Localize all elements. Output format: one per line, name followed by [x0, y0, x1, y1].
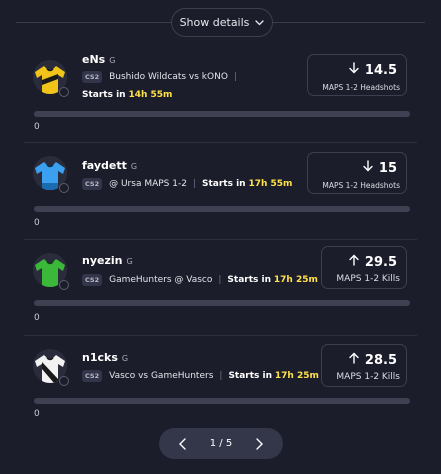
matchup: Bushido Wildcats vs kONO: [109, 72, 228, 82]
progress-bar: [34, 206, 410, 212]
avatar-status-badge: [59, 376, 69, 386]
player-name: n1cks G: [82, 351, 128, 364]
starts-time: 17h 25m: [274, 371, 319, 381]
player-name-text: faydett: [82, 159, 127, 172]
avatar-status-badge: [59, 87, 69, 97]
player-name-text: eNs: [82, 53, 106, 66]
chevron-left-icon[interactable]: [179, 437, 186, 450]
top-divider-right: [273, 22, 425, 23]
avatar-status-badge: [59, 280, 69, 290]
starts-time: 17h 55m: [248, 179, 293, 189]
stat-value: 29.5: [349, 254, 397, 270]
stat-line: 15: [378, 160, 397, 176]
player-name-text: nyezin: [82, 254, 123, 267]
stat-line: 28.5: [364, 352, 397, 368]
progress-bar: [34, 398, 410, 404]
player-position: G: [126, 257, 133, 266]
arrow-down-icon: [349, 62, 359, 78]
player-name-text: n1cks: [82, 351, 118, 364]
separator: |: [218, 275, 222, 285]
avatar-status-badge: [59, 183, 69, 193]
starts-time: 17h 25m: [273, 275, 318, 285]
prop-card[interactable]: faydett G CS2 @ Ursa MAPS 1-2 | Starts in…: [24, 143, 417, 240]
starts-time: 14h 55m: [128, 90, 173, 100]
stat-line: 29.5: [364, 254, 397, 270]
match-info: CS2 Vasco vs GameHunters | Starts in 17h…: [82, 370, 319, 382]
player-position: G: [130, 162, 138, 171]
stat-line-box[interactable]: 29.5 MAPS 1-2 Kills: [321, 246, 407, 289]
stat-value: 15: [363, 160, 397, 176]
stat-line-box[interactable]: 15 MAPS 1-2 Headshots: [307, 152, 407, 194]
chevron-down-icon: [255, 19, 265, 26]
match-info: CS2 GameHunters @ Vasco | Starts in 17h …: [82, 274, 318, 286]
starts-label: Starts in: [227, 275, 272, 285]
stat-label: MAPS 1-2 Kills: [336, 274, 400, 284]
progress-bar: [34, 111, 410, 117]
player-name: nyezin G: [82, 254, 133, 267]
prop-card[interactable]: nyezin G CS2 GameHunters @ Vasco | Starts…: [24, 240, 417, 336]
top-divider-left: [16, 22, 171, 23]
progress-value: 0: [34, 218, 40, 228]
player-name: faydett G: [82, 159, 137, 172]
player-position: G: [109, 56, 116, 65]
stat-value: 28.5: [349, 352, 397, 368]
stat-label: MAPS 1-2 Headshots: [322, 83, 400, 92]
game-tag: CS2: [82, 370, 103, 382]
player-position: G: [121, 354, 129, 363]
prop-card[interactable]: eNs G CS2 Bushido Wildcats vs kONO | Star…: [24, 47, 417, 143]
player-name: eNs G: [82, 53, 115, 66]
arrow-up-icon: [349, 352, 359, 368]
separator: |: [219, 371, 223, 381]
progress-bar: [34, 300, 410, 306]
arrow-down-icon: [363, 160, 373, 176]
show-details-label: Show details: [179, 16, 250, 29]
show-details-button[interactable]: Show details: [171, 8, 273, 37]
matchup: GameHunters @ Vasco: [109, 275, 213, 285]
separator: |: [233, 72, 237, 82]
stat-value: 14.5: [349, 62, 397, 78]
stat-line-box[interactable]: 14.5 MAPS 1-2 Headshots: [307, 54, 407, 96]
matchup: Vasco vs GameHunters: [109, 371, 214, 381]
progress-value: 0: [34, 409, 40, 419]
stat-label: MAPS 1-2 Kills: [336, 372, 400, 382]
starts-label: Starts in: [228, 371, 273, 381]
matchup: @ Ursa MAPS 1-2: [109, 179, 187, 189]
game-tag: CS2: [82, 178, 103, 190]
stat-line-box[interactable]: 28.5 MAPS 1-2 Kills: [321, 344, 407, 387]
chevron-right-icon[interactable]: [256, 437, 263, 450]
starts-label: Starts in: [82, 90, 126, 100]
start-info: Starts in 14h 55m: [82, 90, 172, 100]
match-info: CS2 Bushido Wildcats vs kONO |: [82, 71, 243, 83]
match-info: CS2 @ Ursa MAPS 1-2 | Starts in 17h 55m: [82, 178, 292, 190]
separator: |: [192, 179, 196, 189]
stat-line: 14.5: [364, 62, 397, 78]
game-tag: CS2: [82, 274, 103, 286]
arrow-up-icon: [349, 254, 359, 270]
pagination: 1 / 5: [159, 428, 283, 459]
stat-label: MAPS 1-2 Headshots: [322, 181, 400, 190]
progress-value: 0: [34, 313, 40, 323]
starts-label: Starts in: [202, 179, 246, 189]
page-indicator: 1 / 5: [209, 438, 233, 449]
progress-value: 0: [34, 122, 40, 132]
game-tag: CS2: [82, 71, 103, 83]
prop-card[interactable]: n1cks G CS2 Vasco vs GameHunters | Starts…: [24, 336, 417, 424]
